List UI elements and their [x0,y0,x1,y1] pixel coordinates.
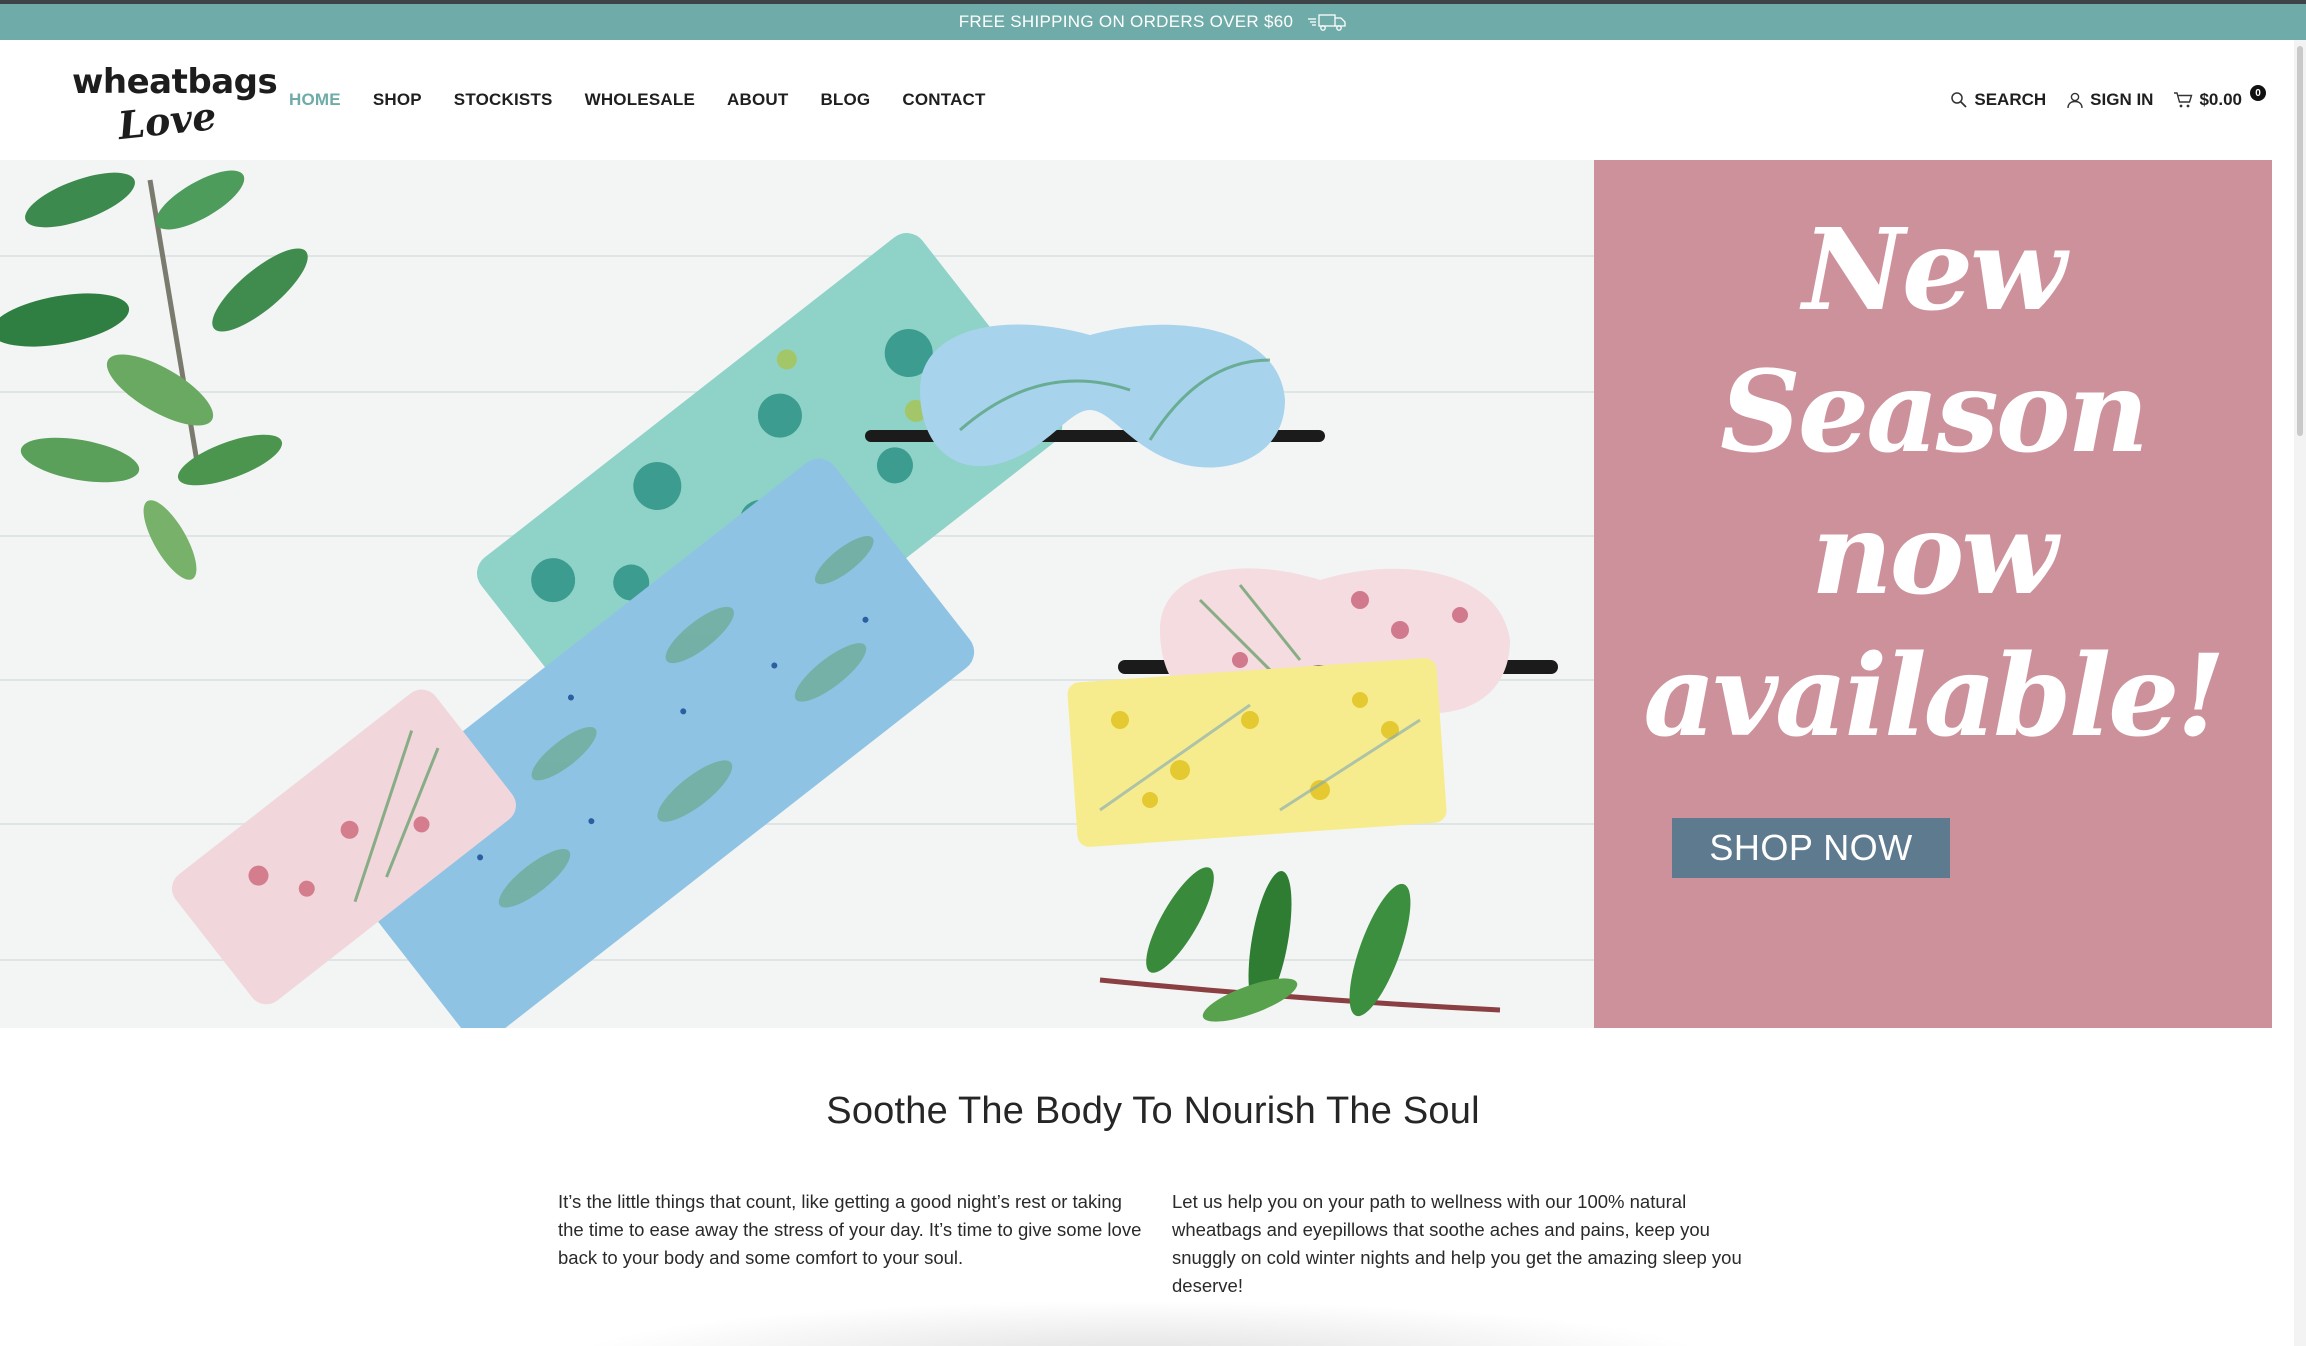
promo-panel: New Season now available! SHOP NOW [1594,160,2272,1028]
announcement-text: FREE SHIPPING ON ORDERS OVER $60 [958,12,1294,31]
cart-button[interactable]: $0.00 0 [2173,85,2266,110]
intro-paragraph-right: Let us help you on your path to wellness… [1172,1191,1742,1296]
nav-shop[interactable]: SHOP [373,90,422,110]
cart-icon [2174,92,2193,108]
search-icon [1951,92,1967,108]
brand-logo[interactable]: wheatbags Love [72,58,278,148]
sign-in-button[interactable]: SIGN IN [2066,90,2153,110]
promo-headline-line2: now [1811,489,2058,620]
nav-stockists[interactable]: STOCKISTS [454,90,553,110]
announcement-bar: FREE SHIPPING ON ORDERS OVER $60 [0,4,2306,40]
sign-in-label: SIGN IN [2090,90,2154,109]
nav-wholesale[interactable]: WHOLESALE [585,90,695,110]
main-nav: HOME SHOP STOCKISTS WHOLESALE ABOUT BLOG… [289,40,986,160]
scrollbar-thumb[interactable] [2297,46,2303,436]
header-utilities: SEARCH SIGN IN $0.00 0 [1950,40,2266,160]
cart-total: $0.00 [2199,90,2242,109]
promo-headline-line3: available! [1643,631,2225,762]
hero-banner: New Season now available! SHOP NOW [0,160,2272,1028]
promo-headline-line1: New Season [1720,205,2149,478]
nav-contact[interactable]: CONTACT [902,90,985,110]
search-label: SEARCH [1974,90,2047,109]
intro-title: Soothe The Body To Nourish The Soul [826,1090,1480,1132]
intro-paragraph-left: It’s the little things that count, like … [558,1191,1142,1268]
site-header: wheatbags Love HOME SHOP STOCKISTS WHOLE… [0,40,2306,160]
page-scrollbar[interactable] [2294,40,2306,1346]
nav-home[interactable]: HOME [289,90,341,110]
logo-word-love: Love [115,92,219,149]
cart-count-badge: 0 [2250,85,2266,101]
truck-icon [1308,14,1346,31]
hero-product-photo [0,160,1594,1028]
nav-blog[interactable]: BLOG [820,90,870,110]
user-icon [2067,92,2083,109]
promo-headline: New Season now available! [1594,200,2272,768]
shop-now-button[interactable]: SHOP NOW [1672,818,1950,878]
search-button[interactable]: SEARCH [1950,90,2046,110]
section-shadow [560,1300,1720,1346]
nav-about[interactable]: ABOUT [727,90,788,110]
